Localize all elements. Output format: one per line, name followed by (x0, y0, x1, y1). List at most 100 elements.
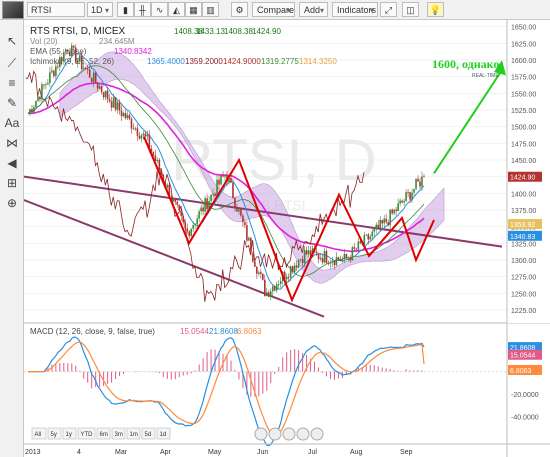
candle-body (291, 266, 294, 273)
legend-vol-label: Vol (20) (30, 37, 58, 46)
candle-body (397, 203, 399, 212)
macd-label-value: 6.8063 (510, 368, 532, 375)
indicators-button[interactable]: Indicators (332, 2, 378, 18)
candle-body (355, 248, 358, 250)
navigation-controls (254, 427, 324, 441)
price-tick-label: 1400.00 (511, 191, 536, 198)
macd-tick-label: -20.0000 (511, 392, 539, 399)
candle-body (108, 99, 111, 102)
candle-body (216, 179, 218, 196)
watermark: RTSI, D (171, 128, 376, 193)
candle-body (39, 96, 41, 100)
compare-button[interactable]: Compare (252, 2, 295, 18)
settings-icon[interactable]: ⚙ (231, 2, 248, 17)
price-tick-label: 1500.00 (511, 125, 536, 132)
zoom-in-icon[interactable] (268, 427, 282, 441)
price-tick-label: 1550.00 (511, 91, 536, 98)
cursor-icon[interactable]: ↖ (4, 33, 20, 49)
line-style-icon[interactable]: ∿ (151, 2, 168, 17)
arrow-icon[interactable]: ◀ (4, 155, 20, 171)
candle-body (128, 115, 131, 119)
price-tick-label: 1600.00 (511, 58, 536, 65)
time-tick-label: Apr (160, 449, 172, 456)
legend-ema-label: EMA (55, close) (30, 47, 87, 56)
candle-style-icon[interactable]: ╫ (134, 2, 151, 17)
candle-body (182, 215, 185, 223)
candle-body (88, 69, 91, 78)
range-button-label: All (35, 432, 42, 438)
candle-body (254, 261, 256, 267)
candle-body (333, 260, 336, 266)
candle-body (156, 159, 159, 162)
text-icon[interactable]: Aa (4, 115, 20, 131)
candle-body (341, 259, 344, 262)
candle-body (180, 210, 183, 216)
candle-body (357, 241, 360, 250)
chart-area[interactable]: RTSI, D RTS RTSI 1600, однако 1650.00162… (24, 20, 550, 457)
legend-close: 1424.90 (252, 27, 281, 36)
candle-body (345, 253, 348, 259)
zoom-icon[interactable]: ⊕ (4, 195, 20, 211)
zoom-out-icon[interactable] (254, 427, 268, 441)
candle-body (188, 231, 190, 237)
avatar[interactable] (2, 1, 24, 19)
candle-body (86, 68, 89, 70)
candle-body (265, 292, 268, 297)
candle-body (190, 228, 192, 237)
time-tick-label: 4 (77, 449, 81, 456)
time-tick-label: Jun (257, 449, 268, 456)
brush-icon[interactable]: ✎ (4, 95, 20, 111)
candle-body (271, 286, 274, 292)
symbol-text: RTSI (31, 5, 52, 15)
toolbar: RTSI 1D ▮ ╫ ∿ ◭ ▦ ▥ ⚙ Compare Add Indica… (0, 0, 550, 20)
candle-body (196, 218, 198, 225)
time-tick-label: 2013 (25, 449, 41, 456)
candle-body (337, 257, 340, 260)
price-tick-label: 1275.00 (511, 275, 536, 282)
price-label-value: 1353.92 (510, 222, 535, 229)
candle-body (41, 84, 43, 100)
fib-icon[interactable]: ≡ (4, 75, 20, 91)
trend-line-icon[interactable]: ⟋ (4, 55, 20, 71)
candle-body (84, 68, 87, 70)
candle-body (359, 241, 362, 244)
price-tick-label: 1450.00 (511, 158, 536, 165)
candle-body (140, 135, 143, 139)
area-style-icon[interactable]: ◭ (168, 2, 185, 17)
scroll-right-icon[interactable] (310, 427, 324, 441)
forecast-annotation: 1600, однако (432, 57, 499, 71)
candle-body (242, 215, 244, 223)
idea-icon[interactable]: 💡 (427, 2, 444, 17)
candle-body (130, 118, 133, 129)
candle-body (244, 222, 246, 226)
candle-body (303, 250, 306, 264)
range-button-label: 3m (115, 432, 123, 438)
candle-body (323, 250, 326, 263)
candle-body (383, 218, 386, 224)
candle-body (295, 265, 298, 268)
candle-body (220, 175, 222, 185)
candle-body (287, 276, 290, 278)
candle-body (329, 262, 332, 264)
macd-legend-signal: 6.8063 (237, 327, 262, 336)
fullscreen-icon[interactable]: ⤢ (380, 2, 397, 17)
reset-icon[interactable] (296, 427, 310, 441)
candle-body (315, 251, 318, 254)
scroll-left-icon[interactable] (282, 427, 296, 441)
legend-ichimoku-label: Ichimoku (9, 26, 52, 26) (30, 57, 114, 66)
pattern-icon[interactable]: ⋈ (4, 135, 20, 151)
add-button[interactable]: Add (299, 2, 328, 18)
bar-style-icon[interactable]: ▮ (117, 2, 134, 17)
camera-icon[interactable]: ◫ (402, 2, 419, 17)
measure-icon[interactable]: ⊞ (4, 175, 20, 191)
candle-body (413, 188, 415, 193)
layout-icon[interactable]: ▥ (202, 2, 219, 17)
candle-body (375, 224, 378, 229)
macd-label-value: 15.0544 (510, 353, 535, 360)
candle-body (230, 178, 232, 183)
symbol-search-input[interactable]: RTSI (27, 2, 85, 17)
interval-select[interactable]: 1D (87, 2, 113, 18)
grid-icon[interactable]: ▦ (185, 2, 202, 17)
candle-body (297, 260, 300, 268)
candle-body (31, 109, 33, 113)
